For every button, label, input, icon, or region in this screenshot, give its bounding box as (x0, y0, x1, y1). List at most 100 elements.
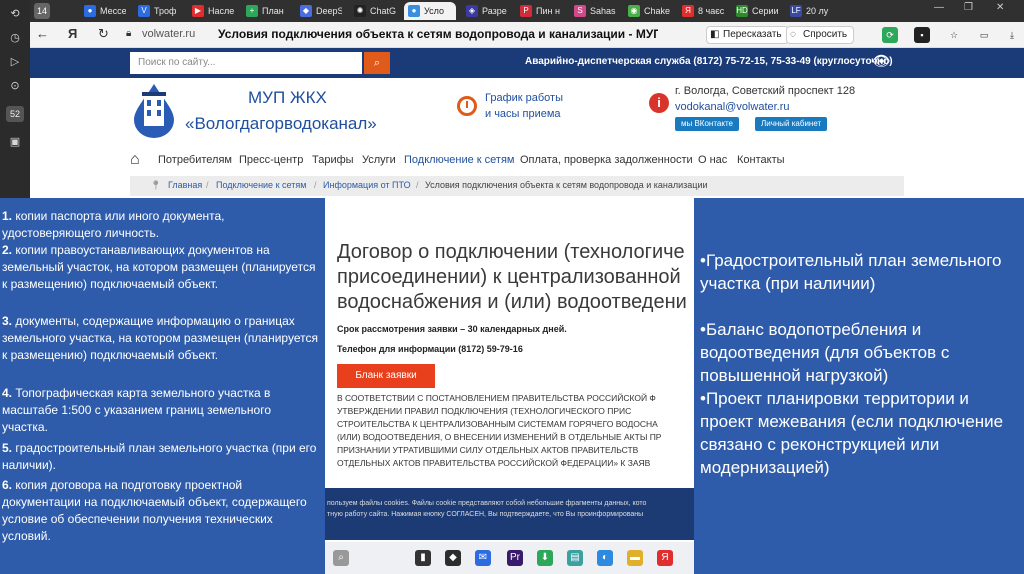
url-page-title[interactable]: Условия подключения объекта к сетям водо… (218, 27, 658, 41)
site-topbar: Поиск по сайту... ⌕ Аварийно-диспетчерск… (30, 48, 1024, 78)
vk-button[interactable]: мы ВКонтакте (675, 117, 739, 131)
tab[interactable]: ● Мессе (80, 2, 126, 20)
ask-button[interactable]: ◌ Спросить (786, 26, 855, 44)
reload-icon[interactable]: ↻ (98, 26, 109, 42)
clock-icon[interactable]: ◷ (6, 30, 24, 46)
nav-item[interactable]: О нас (698, 154, 727, 166)
breadcrumb: 📍︎ Главная / Подключение к сетям / Инфор… (130, 176, 904, 196)
mail-icon[interactable]: ✉ (475, 550, 491, 566)
search-icon[interactable]: ⌕ (333, 550, 349, 566)
list-item: 1. копии паспорта или иного документа, у… (2, 209, 225, 240)
tab[interactable]: V Троф (134, 2, 180, 20)
download-icon[interactable]: ⊙ (6, 78, 24, 94)
premiere-icon[interactable]: Pr (507, 550, 523, 566)
nav-item[interactable]: Потребителям (158, 154, 232, 166)
bookmark-icon[interactable]: ☆ (946, 27, 962, 43)
location-pin-icon: 📍︎ (150, 180, 162, 190)
list-item: 5. градостроительный план земельного уча… (2, 441, 317, 472)
youtube-icon: ▶ (192, 5, 204, 17)
dispatch-phone: Аварийно-диспетчерская служба (8172) 75-… (525, 56, 893, 67)
tab[interactable]: P Пин н (516, 2, 562, 20)
history-icon[interactable]: ⟲ (6, 6, 24, 22)
sahas-icon: S (574, 5, 586, 17)
task-view-icon[interactable]: ▮ (415, 550, 431, 566)
search-icon[interactable]: ⌕ (364, 52, 390, 74)
breadcrumb-item[interactable]: Главная (168, 180, 202, 190)
list-item: 6. копия договора на подготовку проектно… (2, 478, 307, 543)
yandex-icon: Я (682, 5, 694, 17)
website: Поиск по сайту... ⌕ Аварийно-диспетчерск… (30, 48, 1024, 198)
tab-active[interactable]: ● Усло (404, 2, 456, 20)
tab[interactable]: LF 20 лу (786, 2, 832, 20)
screen: ⟲ ◷ ▷ ⊙ 52 ▣ 14 ● Мессе V Троф ▶ Насле + Пла… (0, 0, 1024, 574)
hd-icon: HD (736, 5, 748, 17)
tab[interactable]: S Sahas (570, 2, 616, 20)
document-title: Договор о подключении (технологиче присо… (337, 241, 687, 313)
yandex-logo-icon[interactable]: Я (68, 26, 77, 41)
info-phone: Телефон для информации (8172) 59-79-16 (337, 344, 523, 354)
tab[interactable]: ◉ Chake (624, 2, 670, 20)
download-arrow-icon[interactable]: ⤓ (1004, 27, 1020, 43)
breadcrumb-item[interactable]: Подключение к сетям (216, 180, 306, 190)
brand-subtitle[interactable]: «Вологдагорводоканал» (185, 114, 377, 134)
deepseek-icon: ◆ (300, 5, 312, 17)
url-domain[interactable]: volwater.ru (142, 28, 195, 40)
home-icon[interactable]: ⌂ (130, 151, 140, 169)
nav-item[interactable]: Оплата, проверка задолженности (520, 154, 693, 166)
restore-icon[interactable]: ❐ (964, 2, 973, 13)
nav-item-active[interactable]: Подключение к сетям (404, 154, 514, 166)
review-period: Срок рассмотрения заявки – 30 календарны… (337, 324, 567, 334)
collections-icon[interactable]: ▣ (6, 134, 24, 150)
water-drop-icon: ● (408, 5, 420, 17)
list-item: •Баланс водопотребления и водоотведения … (700, 320, 950, 385)
accessibility-eye-icon[interactable]: 👁︎ (872, 52, 891, 70)
site-search-input[interactable]: Поиск по сайту... (130, 52, 362, 74)
list-item: •Проект планировки территории и проект м… (700, 389, 1004, 477)
sticky-notes-icon[interactable]: ▤ (567, 550, 583, 566)
tab[interactable]: ◆ DeepS (296, 2, 342, 20)
tab[interactable]: ✺ ChatG (350, 2, 396, 20)
pinterest-icon: P (520, 5, 532, 17)
retell-button[interactable]: ◧ Пересказать (706, 26, 789, 44)
lock-icon[interactable]: 🔒︎ (126, 28, 131, 39)
folder-icon[interactable]: ▬ (627, 550, 643, 566)
play-icon[interactable]: ▷ (6, 54, 24, 70)
yandex-browser-icon[interactable]: Я (657, 550, 673, 566)
wallet-icon[interactable]: ▭ (976, 27, 992, 43)
tab[interactable]: ▶ Насле (188, 2, 234, 20)
nav-item[interactable]: Пресс-центр (239, 154, 303, 166)
tab[interactable]: ◈ Разре (462, 2, 508, 20)
email-link[interactable]: vodokanal@volwater.ru (675, 101, 790, 113)
list-item: 3. документы, содержащие информацию о гр… (2, 314, 318, 362)
vodokanal-logo-icon[interactable] (130, 82, 178, 138)
ask-icon: ◌ (790, 29, 796, 40)
nav-item[interactable]: Услуги (362, 154, 396, 166)
schedule-link[interactable]: График работы и часы приема (485, 90, 563, 122)
tab[interactable]: + План (242, 2, 288, 20)
tab-count[interactable]: 14 (34, 3, 50, 19)
document-view: Договор о подключении (технологиче присо… (325, 198, 694, 574)
download-icon[interactable]: ⬇ (537, 550, 553, 566)
minimize-icon[interactable]: — (934, 2, 944, 13)
extension-icon[interactable]: ▪ (914, 27, 930, 43)
taskbar: ⌕ ▮ ◆ ✉ Pr ⬇ ▤ ◐ ▬ Я (325, 542, 694, 574)
nav-item[interactable]: Контакты (737, 154, 785, 166)
tab[interactable]: Я8 чаєс (678, 2, 724, 20)
schedule-clock-icon[interactable] (457, 96, 477, 116)
cabinet-button[interactable]: Личный кабинет (755, 117, 828, 131)
legal-text: В СООТВЕТСТВИИ С ПОСТАНОВЛЕНИЕМ ПРАВИТЕЛ… (337, 393, 662, 468)
cookie-banner: пользуем файлы cookies. Файлы cookie пре… (325, 488, 694, 540)
back-icon[interactable]: ← (36, 26, 49, 41)
notification-count-icon[interactable]: 52 (6, 106, 24, 122)
nav-item[interactable]: Тарифы (312, 154, 354, 166)
figma-icon[interactable]: ◆ (445, 550, 461, 566)
breadcrumb-item[interactable]: Информация от ПТО (323, 180, 411, 190)
close-icon[interactable]: ✕ (996, 2, 1004, 13)
vk-icon: V (138, 5, 150, 17)
brand-name[interactable]: МУП ЖКХ (248, 88, 327, 108)
edge-icon[interactable]: ◐ (597, 550, 613, 566)
sync-extension-icon[interactable]: ⟳ (882, 27, 898, 43)
application-form-button[interactable]: Бланк заявки (337, 364, 435, 388)
info-icon: i (649, 93, 669, 113)
tab[interactable]: HD Серии (732, 2, 778, 20)
